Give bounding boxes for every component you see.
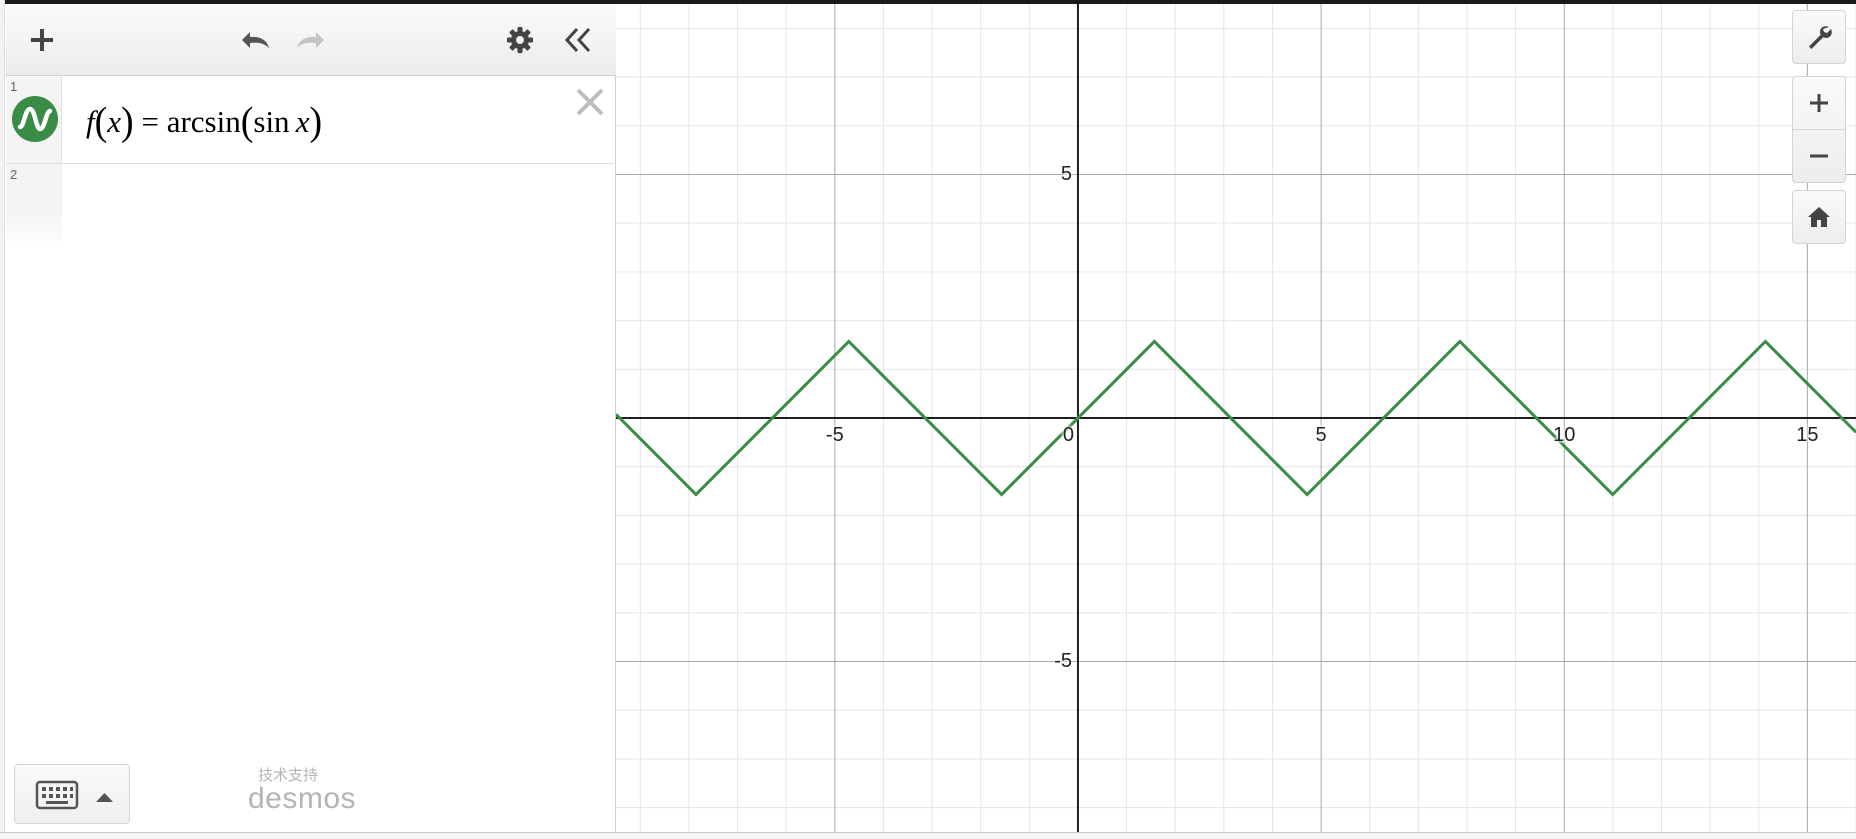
graph-paper[interactable]: -5 0 5 10 15 5 -5 (616, 4, 1856, 832)
right-paren: ) (121, 99, 134, 145)
left-paren: ( (94, 99, 108, 145)
y-tick-label: -5 (1054, 650, 1072, 673)
desmos-logo: desmos (248, 782, 357, 815)
plus-icon (31, 29, 53, 51)
plus-icon (1810, 94, 1828, 112)
window-bottom-edge (0, 832, 1856, 839)
graph-color-icon[interactable] (12, 96, 58, 142)
expression-gutter: 1 (6, 76, 62, 163)
powered-by-desmos[interactable]: 技术支持 desmos (248, 764, 357, 815)
inner-function: sin (253, 104, 290, 139)
close-icon (576, 88, 604, 116)
collapse-panel-button[interactable] (556, 18, 600, 62)
minus-icon (1810, 154, 1828, 158)
empty-expression-row[interactable]: 2 (6, 164, 616, 249)
outer-function: arcsin (166, 104, 241, 139)
wave-icon (17, 106, 53, 132)
expression-panel: 1 f(x) = arcsin(sin x) 2 技术支持 desmos (6, 4, 616, 832)
settings-button[interactable] (498, 18, 542, 62)
x-tick-label: 10 (1553, 424, 1576, 446)
double-chevron-left-icon (564, 27, 591, 53)
desmos-calculator: 1 f(x) = arcsin(sin x) 2 技术支持 desmos -5 … (0, 0, 1856, 839)
add-item-button[interactable] (20, 18, 64, 62)
graph-settings-control (1792, 10, 1846, 64)
redo-button[interactable] (290, 18, 334, 62)
redo-icon (297, 32, 324, 48)
caret-up-icon (96, 793, 113, 802)
home-icon (1808, 207, 1830, 227)
function-argument: x (107, 104, 122, 139)
expression-index: 2 (10, 167, 18, 182)
expression-row[interactable]: 1 f(x) = arcsin(sin x) (6, 76, 616, 164)
expression-gutter: 2 (6, 164, 62, 249)
default-viewport-control (1792, 190, 1846, 244)
function-name: f (86, 104, 95, 139)
left-paren: ( (240, 99, 254, 145)
delete-expression-button[interactable] (572, 84, 608, 120)
undo-icon (242, 32, 269, 48)
math-formula[interactable]: f(x) = arcsin(sin x) (86, 98, 323, 145)
default-viewport-button[interactable] (1793, 191, 1845, 243)
zoom-in-button[interactable] (1793, 77, 1845, 129)
zoom-out-button[interactable] (1793, 130, 1845, 182)
gear-icon (507, 27, 533, 53)
x-tick-label: 0 (1062, 424, 1074, 446)
equals-sign: = (133, 104, 167, 139)
right-paren: ) (309, 99, 323, 145)
x-tick-label: 5 (1315, 424, 1327, 446)
window-left-edge (0, 0, 5, 839)
keyboard-toggle-button[interactable] (14, 764, 130, 824)
expression-index: 1 (10, 79, 18, 94)
zoom-controls (1792, 76, 1846, 183)
x-tick-label: -5 (825, 424, 844, 446)
y-tick-label: 5 (1060, 162, 1072, 185)
undo-button[interactable] (232, 18, 276, 62)
expression-toolbar (6, 4, 616, 76)
inner-argument: x (295, 104, 310, 139)
x-tick-label: 15 (1796, 424, 1819, 446)
keyboard-icon (35, 780, 113, 810)
wrench-icon (1809, 26, 1832, 49)
graph-settings-button[interactable] (1793, 11, 1845, 63)
graph-canvas[interactable] (616, 4, 1856, 832)
